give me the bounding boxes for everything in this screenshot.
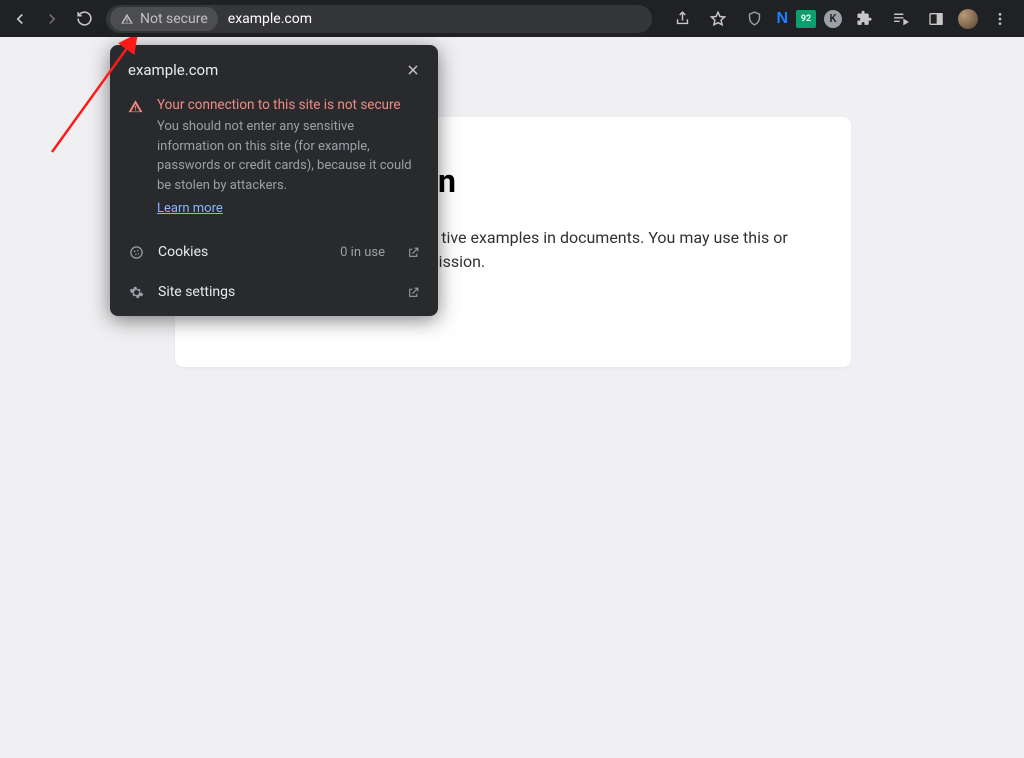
numeric-badge-extension-icon[interactable]: 92 (796, 10, 816, 28)
warning-triangle-icon (120, 12, 134, 26)
gear-icon (128, 285, 144, 300)
security-status-pill[interactable]: Not secure (110, 7, 218, 31)
browser-toolbar: Not secure example.com N 92 K (0, 0, 1024, 37)
security-warning-block: Your connection to this site is not secu… (110, 91, 438, 232)
toolbar-actions: N 92 K (660, 5, 1018, 33)
omnibox-url: example.com (228, 11, 312, 27)
cookies-row[interactable]: Cookies 0 in use (110, 232, 438, 272)
site-settings-row[interactable]: Site settings (110, 272, 438, 312)
shield-extension-icon[interactable] (740, 5, 768, 33)
share-button[interactable] (668, 5, 696, 33)
cookies-count: 0 in use (340, 245, 385, 260)
bookmark-star-button[interactable] (704, 5, 732, 33)
side-panel-icon[interactable] (922, 5, 950, 33)
playlist-extension-icon[interactable] (886, 5, 914, 33)
close-icon[interactable] (406, 63, 420, 77)
reload-button[interactable] (70, 5, 98, 33)
back-button[interactable] (6, 5, 34, 33)
profile-avatar[interactable] (958, 9, 978, 29)
cookie-icon (128, 245, 144, 260)
open-external-icon (407, 286, 420, 299)
site-info-popout: example.com Your connection to this site… (110, 45, 438, 316)
k-extension-icon[interactable]: K (824, 10, 842, 28)
learn-more-link[interactable]: Learn more (157, 201, 223, 216)
forward-button[interactable] (38, 5, 66, 33)
warning-title: Your connection to this site is not secu… (157, 97, 420, 113)
extensions-puzzle-icon[interactable] (850, 5, 878, 33)
popout-site-name: example.com (128, 61, 218, 79)
n-extension-icon[interactable]: N (776, 10, 788, 28)
open-external-icon (407, 246, 420, 259)
site-settings-label: Site settings (158, 284, 393, 300)
page-viewport: Example Domain This domain is for use in… (0, 37, 1024, 758)
kebab-menu-icon[interactable] (986, 5, 1014, 33)
warning-triangle-icon (128, 97, 143, 216)
omnibox[interactable]: Not secure example.com (106, 5, 652, 33)
security-status-label: Not secure (140, 11, 208, 27)
cookies-label: Cookies (158, 244, 326, 260)
warning-body: You should not enter any sensitive infor… (157, 117, 420, 195)
